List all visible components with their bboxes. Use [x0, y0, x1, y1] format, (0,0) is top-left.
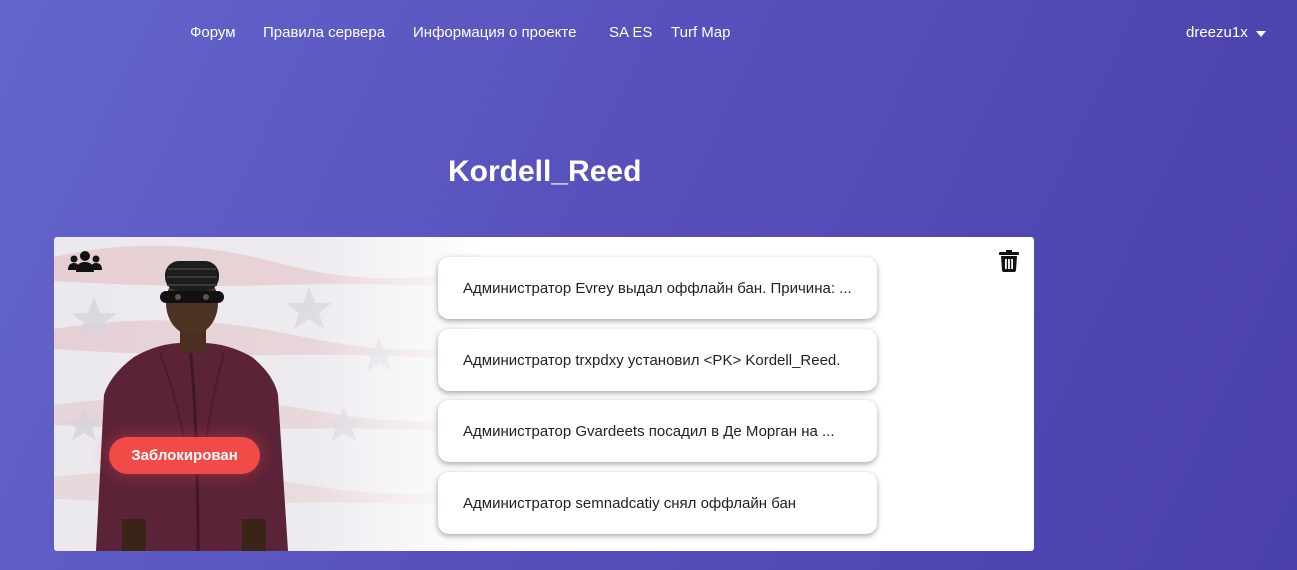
profile-card: Заблокирован Администратор Evrey выдал о… [54, 237, 1034, 551]
users-icon[interactable] [68, 250, 102, 279]
log-item[interactable]: Администратор Gvardeets посадил в Де Мор… [438, 400, 877, 462]
log-item-text: Администратор Gvardeets посадил в Де Мор… [463, 422, 835, 440]
log-item[interactable]: Администратор trxpdxy установил <PK> Kor… [438, 329, 877, 391]
status-badge: Заблокирован [109, 437, 260, 474]
log-item[interactable]: Администратор semnadcatiy снял оффлайн б… [438, 472, 877, 534]
page-title: Kordell_Reed [448, 155, 642, 188]
log-item-text: Администратор semnadcatiy снял оффлайн б… [463, 494, 797, 512]
log-item-text: Администратор Evrey выдал оффлайн бан. П… [463, 279, 852, 297]
nav-link-server-rules[interactable]: Правила сервера [263, 24, 385, 41]
nav-link-turf-map[interactable]: Turf Map [671, 24, 730, 41]
nav-link-sa-es[interactable]: SA ES [609, 24, 652, 41]
username: dreezu1x [1186, 24, 1248, 41]
user-menu[interactable]: dreezu1x [1186, 24, 1266, 41]
player-skin-image [96, 261, 288, 551]
nav-link-forum[interactable]: Форум [190, 24, 236, 41]
log-item[interactable]: Администратор Evrey выдал оффлайн бан. П… [438, 257, 877, 319]
nav-link-project-info[interactable]: Информация о проекте [413, 24, 576, 41]
trash-icon[interactable] [999, 250, 1019, 277]
log-item-text: Администратор trxpdxy установил <PK> Kor… [463, 351, 841, 369]
caret-down-icon [1255, 31, 1266, 37]
